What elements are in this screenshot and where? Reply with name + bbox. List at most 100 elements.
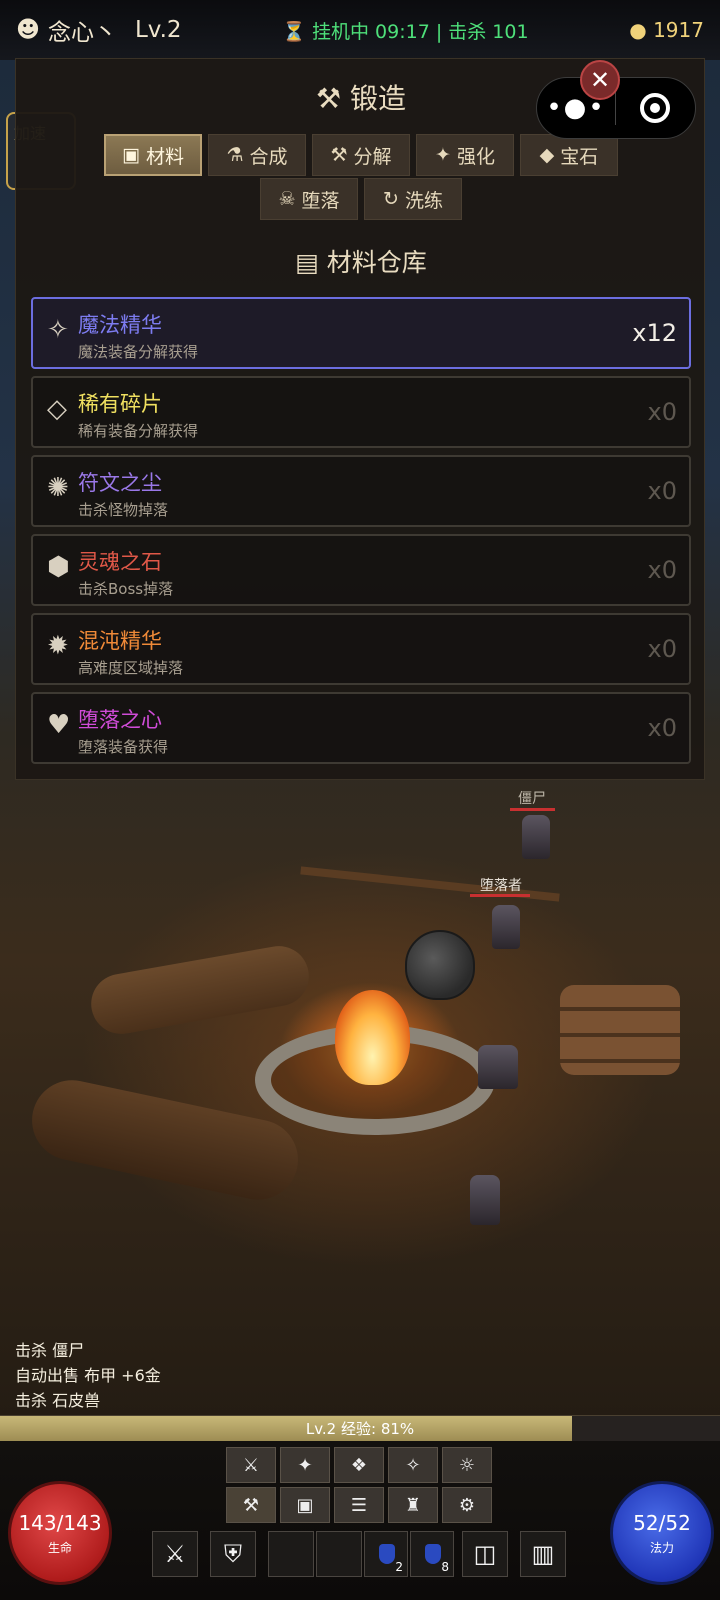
material-item-rune-dust[interactable]: ✺ 符文之尘 击杀怪物掉落 x0	[31, 455, 691, 527]
log	[86, 941, 314, 1039]
box-icon: ▣	[122, 144, 140, 166]
log-line: 击杀 僵尸	[15, 1341, 85, 1360]
enemy-fallen[interactable]	[492, 905, 520, 949]
tab-materials[interactable]: ▣ 材料	[104, 134, 202, 176]
skill-slot[interactable]: ❖	[334, 1447, 384, 1483]
action-slot[interactable]: ◫	[462, 1531, 508, 1577]
action-slot[interactable]: ⚔	[152, 1531, 198, 1577]
tab-gems[interactable]: ◆ 宝石	[520, 134, 618, 176]
material-list: ✧ 魔法精华 魔法装备分解获得 x12 ◇ 稀有碎片 稀有装备分解获得 x0 ✺…	[31, 297, 691, 771]
tab-enhance[interactable]: ✦ 强化	[416, 134, 514, 176]
person-icon: ☻	[16, 17, 40, 43]
experience-text: Lv.2 经验: 81%	[305, 1420, 415, 1438]
empty-slot[interactable]	[268, 1531, 314, 1577]
material-item-rare-shard[interactable]: ◇ 稀有碎片 稀有装备分解获得 x0	[31, 376, 691, 448]
forge-panel: ⚒ 锻造 ▣ 材料 ⚗ 合成 ⚒ 分解 ✦ 强化 ◆ 宝石 ☠ 堕落 ↻ 洗练 …	[15, 58, 705, 780]
cooking-pot	[405, 930, 475, 1000]
shard-icon: ◇	[47, 394, 67, 424]
forge-tabs-row-1: ▣ 材料 ⚗ 合成 ⚒ 分解 ✦ 强化 ◆ 宝石	[16, 134, 706, 176]
battle-log: 击杀 僵尸 自动出售 布甲 +6金 击杀 石皮兽	[15, 1338, 161, 1413]
mp-potion-slot[interactable]: 8	[410, 1531, 454, 1577]
material-item-fallen-heart[interactable]: ♥ 堕落之心 堕落装备获得 x0	[31, 692, 691, 764]
material-warehouse-title: ▤ 材料仓库	[295, 248, 427, 277]
action-slot[interactable]: ⛨	[210, 1531, 256, 1577]
potion-count: 8	[441, 1560, 449, 1574]
skill-icon: ❖	[350, 1454, 368, 1476]
player-name: 念心丶	[47, 20, 117, 46]
top-bar: ☻ 念心丶 Lv.2 ⏳ 挂机中 09:17 | 击杀 101 ● 1917	[0, 0, 720, 60]
potion-count: 2	[395, 1560, 403, 1574]
skill-slot[interactable]: ♜	[388, 1487, 438, 1523]
skull-icon: ☠	[278, 188, 296, 210]
material-name: 灵魂之石	[78, 550, 162, 574]
material-name: 符文之尘	[78, 471, 162, 495]
potion-icon	[379, 1544, 395, 1564]
skill-slot[interactable]: ✦	[280, 1447, 330, 1483]
skill-icon: ▣	[296, 1494, 314, 1516]
material-desc: 堕落装备获得	[78, 738, 169, 756]
anvil-icon: ⚒	[315, 82, 342, 115]
material-item-magic-essence[interactable]: ✧ 魔法精华 魔法装备分解获得 x12	[31, 297, 691, 369]
enemy-zombie[interactable]	[522, 815, 550, 859]
hp-orb: 143/143 生命	[8, 1481, 112, 1585]
enemy-beast[interactable]	[478, 1045, 518, 1089]
idle-status: ⏳ 挂机中 09:17 | 击杀 101	[282, 17, 528, 44]
empty-slot[interactable]	[316, 1531, 362, 1577]
log-line: 击杀 石皮兽	[15, 1391, 101, 1410]
log-line: 自动出售 布甲 +6金	[15, 1366, 161, 1385]
skill-icon: ✦	[297, 1454, 313, 1476]
skill-slot[interactable]: ☼	[442, 1447, 492, 1483]
idle-status-text: 挂机中 09:17 | 击杀 101	[311, 20, 529, 43]
bottom-hud: 143/143 生命 52/52 法力 ⚔ ✦ ❖ ✧ ☼ ⚒ ▣ ☰ ♜ ⚙ …	[0, 1441, 720, 1600]
action-slot[interactable]: ▥	[520, 1531, 566, 1577]
skill-slot[interactable]: ☰	[334, 1487, 384, 1523]
material-count: x0	[647, 635, 677, 663]
tab-salvage[interactable]: ⚒ 分解	[312, 134, 410, 176]
gold-coin-icon: ●	[629, 18, 647, 42]
enemy-hp-bar	[510, 808, 555, 811]
campfire-flame	[335, 990, 410, 1085]
target-icon	[640, 93, 670, 123]
mp-label: 法力	[649, 1540, 674, 1555]
shield-icon: ⛨	[224, 1540, 242, 1568]
warehouse-icon: ▤	[295, 248, 319, 277]
skill-slot[interactable]: ⚒	[226, 1487, 276, 1523]
enemy-hp-bar	[470, 894, 530, 897]
tab-synthesize[interactable]: ⚗ 合成	[208, 134, 306, 176]
hammer-icon: ⚒	[330, 144, 348, 166]
material-desc: 魔法装备分解获得	[78, 343, 199, 361]
skill-icon: ⚔	[242, 1454, 260, 1476]
material-count: x0	[647, 714, 677, 742]
forge-tabs-row-2: ☠ 堕落 ↻ 洗练	[16, 178, 706, 220]
material-item-chaos-essence[interactable]: ✹ 混沌精华 高难度区域掉落 x0	[31, 613, 691, 685]
material-desc: 高难度区域掉落	[78, 659, 184, 677]
close-icon: ✕	[589, 66, 611, 94]
skill-icon: ☰	[350, 1494, 368, 1516]
material-name: 魔法精华	[78, 313, 162, 337]
hp-label: 生命	[47, 1540, 72, 1555]
material-name: 混沌精华	[78, 629, 162, 653]
skill-slot[interactable]: ▣	[280, 1487, 330, 1523]
skill-slot[interactable]: ✧	[388, 1447, 438, 1483]
enemy-label: 僵尸	[518, 791, 546, 807]
player-info[interactable]: ☻ 念心丶 Lv.2	[16, 13, 182, 47]
player-character	[470, 1175, 500, 1225]
exit-miniprogram-button[interactable]	[616, 93, 694, 123]
material-count: x0	[647, 398, 677, 426]
magic-essence-icon: ✧	[47, 315, 69, 345]
tab-reforge[interactable]: ↻ 洗练	[364, 178, 462, 220]
tab-corrupt[interactable]: ☠ 堕落	[260, 178, 358, 220]
enemy-label: 堕落者	[480, 878, 522, 894]
bag-icon: ◫	[473, 1540, 497, 1568]
close-button[interactable]: ✕	[580, 60, 620, 100]
wood-stack	[560, 985, 680, 1075]
sparkle-icon: ✦	[435, 144, 451, 166]
hp-potion-slot[interactable]: 2	[364, 1531, 408, 1577]
skill-slot[interactable]: ⚔	[226, 1447, 276, 1483]
mp-value: 52/52	[633, 1510, 691, 1535]
skill-icon: ♜	[404, 1494, 422, 1516]
skill-slot[interactable]: ⚙	[442, 1487, 492, 1523]
gold-amount: 1917	[653, 18, 704, 42]
material-desc: 击杀Boss掉落	[78, 580, 174, 598]
material-item-soul-stone[interactable]: ⬢ 灵魂之石 击杀Boss掉落 x0	[31, 534, 691, 606]
